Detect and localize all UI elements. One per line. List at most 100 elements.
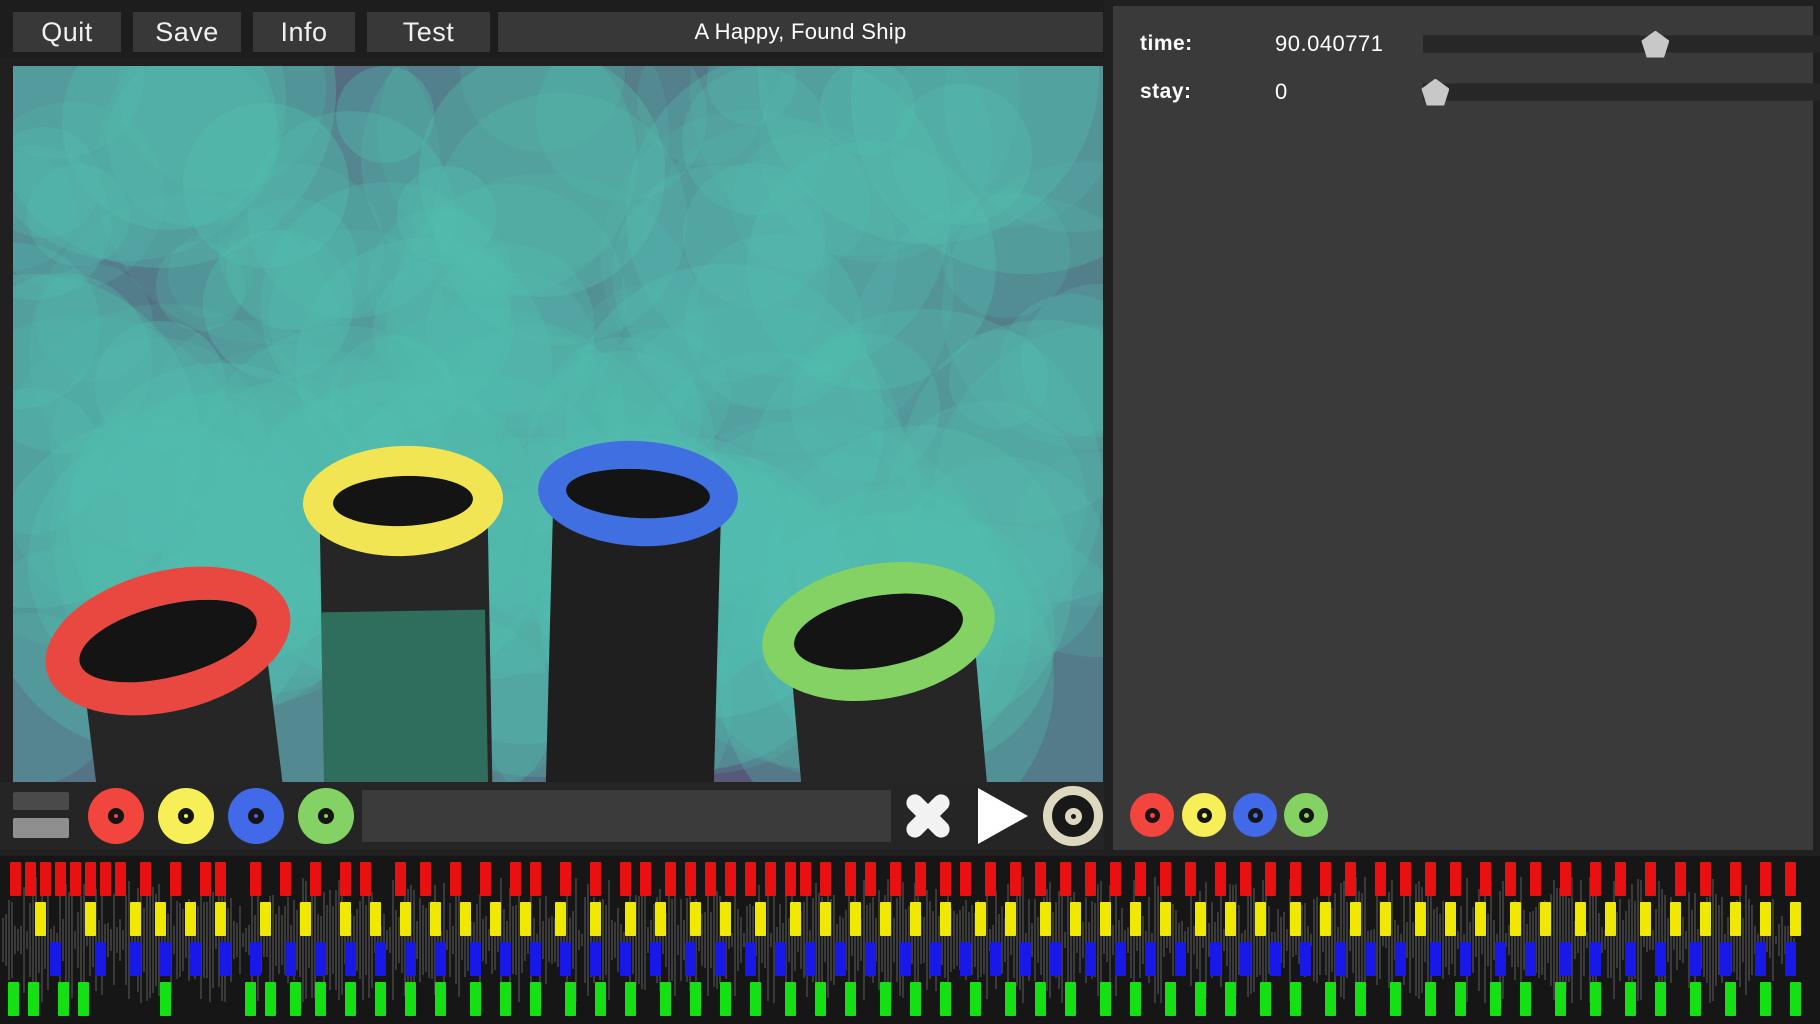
note-marker[interactable] — [1130, 902, 1141, 936]
note-marker[interactable] — [1365, 942, 1376, 976]
note-marker[interactable] — [435, 982, 446, 1016]
note-marker[interactable] — [1590, 982, 1601, 1016]
note-marker[interactable] — [1475, 902, 1486, 936]
note-marker[interactable] — [1505, 862, 1516, 896]
note-marker[interactable] — [785, 982, 796, 1016]
note-marker[interactable] — [490, 902, 501, 936]
note-marker[interactable] — [1260, 982, 1271, 1016]
note-marker[interactable] — [40, 862, 51, 896]
note-marker[interactable] — [805, 942, 816, 976]
note-marker[interactable] — [1690, 942, 1701, 976]
note-marker[interactable] — [685, 862, 696, 896]
note-marker[interactable] — [200, 862, 211, 896]
note-marker[interactable] — [560, 862, 571, 896]
note-marker[interactable] — [1520, 982, 1531, 1016]
note-marker[interactable] — [1575, 902, 1586, 936]
note-marker[interactable] — [1725, 982, 1736, 1016]
note-marker[interactable] — [35, 902, 46, 936]
note-marker[interactable] — [510, 862, 521, 896]
note-marker[interactable] — [1210, 942, 1221, 976]
note-marker[interactable] — [1265, 862, 1276, 896]
note-marker[interactable] — [470, 982, 481, 1016]
note-marker[interactable] — [1100, 982, 1111, 1016]
note-marker[interactable] — [160, 982, 171, 1016]
note-marker[interactable] — [1560, 862, 1571, 896]
note-marker[interactable] — [185, 902, 196, 936]
note-marker[interactable] — [660, 982, 671, 1016]
save-button[interactable]: Save — [133, 12, 241, 52]
note-marker[interactable] — [530, 982, 541, 1016]
note-marker[interactable] — [665, 862, 676, 896]
note-marker[interactable] — [1195, 902, 1206, 936]
note-marker[interactable] — [690, 902, 701, 936]
note-marker[interactable] — [845, 982, 856, 1016]
note-marker[interactable] — [1240, 862, 1251, 896]
note-marker[interactable] — [70, 862, 81, 896]
note-marker[interactable] — [360, 862, 371, 896]
note-marker[interactable] — [1065, 982, 1076, 1016]
note-marker[interactable] — [625, 902, 636, 936]
note-marker[interactable] — [865, 942, 876, 976]
note-marker[interactable] — [450, 862, 461, 896]
play-icon[interactable] — [978, 788, 1028, 844]
note-marker[interactable] — [115, 862, 126, 896]
note-marker[interactable] — [1625, 982, 1636, 1016]
note-marker[interactable] — [850, 902, 861, 936]
time-slider-handle[interactable] — [1641, 31, 1669, 58]
note-marker[interactable] — [28, 982, 39, 1016]
note-marker[interactable] — [1160, 902, 1171, 936]
note-marker[interactable] — [1290, 902, 1301, 936]
note-marker[interactable] — [140, 862, 151, 896]
note-marker[interactable] — [480, 862, 491, 896]
note-marker[interactable] — [1390, 982, 1401, 1016]
note-marker[interactable] — [1690, 982, 1701, 1016]
note-marker[interactable] — [1785, 942, 1796, 976]
note-marker[interactable] — [1445, 902, 1456, 936]
note-marker[interactable] — [990, 942, 1001, 976]
note-marker[interactable] — [590, 942, 601, 976]
note-marker[interactable] — [8, 982, 19, 1016]
note-marker[interactable] — [500, 942, 511, 976]
note-marker[interactable] — [520, 902, 531, 936]
note-marker[interactable] — [1350, 902, 1361, 936]
note-marker[interactable] — [1450, 862, 1461, 896]
note-marker[interactable] — [685, 942, 696, 976]
mini-blue-button[interactable] — [1233, 793, 1277, 837]
note-marker[interactable] — [785, 862, 796, 896]
note-marker[interactable] — [940, 902, 951, 936]
note-marker[interactable] — [845, 862, 856, 896]
note-marker[interactable] — [85, 862, 96, 896]
note-marker[interactable] — [750, 982, 761, 1016]
note-marker[interactable] — [1590, 942, 1601, 976]
note-marker[interactable] — [1645, 862, 1656, 896]
note-marker[interactable] — [370, 902, 381, 936]
note-marker[interactable] — [25, 862, 36, 896]
note-marker[interactable] — [435, 942, 446, 976]
note-marker[interactable] — [1760, 862, 1771, 896]
test-button[interactable]: Test — [367, 12, 490, 52]
note-marker[interactable] — [55, 862, 66, 896]
note-marker[interactable] — [1085, 942, 1096, 976]
note-marker[interactable] — [1110, 862, 1121, 896]
note-marker[interactable] — [960, 862, 971, 896]
note-marker[interactable] — [655, 902, 666, 936]
lane-red-button[interactable] — [88, 788, 144, 844]
note-marker[interactable] — [1290, 862, 1301, 896]
lane-blue-button[interactable] — [228, 788, 284, 844]
note-marker[interactable] — [1040, 902, 1051, 936]
note-marker[interactable] — [1490, 982, 1501, 1016]
note-marker[interactable] — [1720, 942, 1731, 976]
note-marker[interactable] — [1555, 982, 1566, 1016]
note-marker[interactable] — [1760, 902, 1771, 936]
note-marker[interactable] — [250, 862, 261, 896]
note-marker[interactable] — [590, 862, 601, 896]
note-marker[interactable] — [1165, 982, 1176, 1016]
note-marker[interactable] — [1790, 902, 1801, 936]
note-marker[interactable] — [260, 902, 271, 936]
note-marker[interactable] — [250, 942, 261, 976]
note-marker[interactable] — [1255, 902, 1266, 936]
note-marker[interactable] — [405, 982, 416, 1016]
note-marker[interactable] — [345, 982, 356, 1016]
info-button[interactable]: Info — [253, 12, 355, 52]
note-marker[interactable] — [620, 862, 631, 896]
